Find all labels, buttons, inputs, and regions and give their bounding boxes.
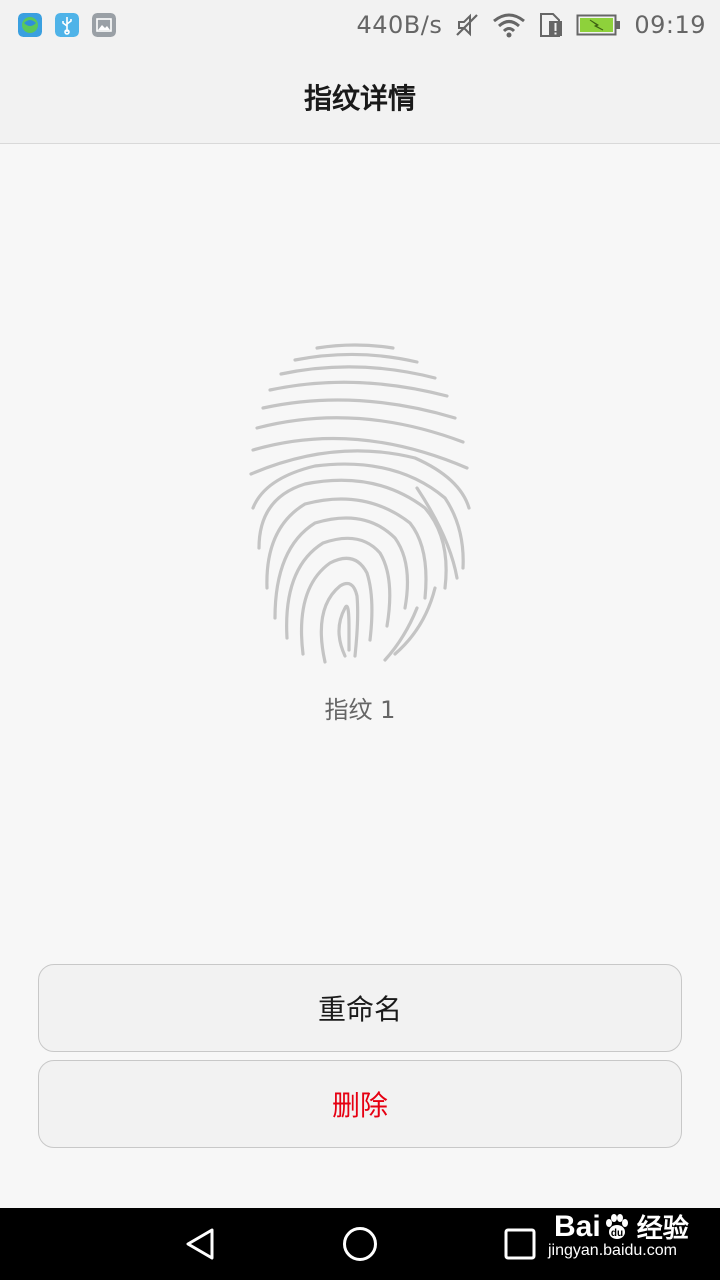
mute-icon (456, 13, 479, 37)
watermark-url: jingyan.baidu.com (548, 1242, 677, 1259)
watermark-brand: Bai du 经验 (554, 1208, 689, 1245)
title-bar: 指纹详情 (0, 50, 720, 144)
svg-text:du: du (611, 1228, 623, 1239)
status-bar: 440B/s 09:19 (0, 0, 720, 50)
notification-icons (18, 13, 116, 37)
fingerprint-detail-screen: 440B/s 09:19 指纹详情 指纹 1 重命名 删除 Bai du 经验 … (0, 0, 720, 1280)
fingerprint-name: 指纹 1 (324, 696, 396, 724)
clock: 09:19 (634, 11, 706, 39)
paw-icon: du (605, 1213, 628, 1239)
sim-card-icon (540, 13, 563, 37)
system-status: 440B/s 09:19 (356, 11, 706, 39)
delete-button[interactable]: 删除 (38, 1060, 682, 1148)
network-speed: 440B/s (356, 11, 443, 39)
page-title: 指纹详情 (303, 81, 416, 115)
watermark-brand-right: 经验 (636, 1213, 689, 1243)
rename-button[interactable]: 重命名 (38, 964, 682, 1052)
app-notification-icon (18, 13, 42, 37)
fingerprint-icon (249, 343, 471, 664)
wifi-icon (493, 13, 526, 38)
watermark-brand-left: Bai (554, 1209, 601, 1243)
back-icon[interactable] (182, 1226, 218, 1262)
baidu-jingyan-watermark: Bai du 经验 jingyan.baidu.com (548, 1196, 698, 1268)
battery-charging-icon (576, 14, 621, 36)
usb-icon (55, 13, 79, 37)
home-icon[interactable] (342, 1226, 378, 1262)
image-icon (92, 13, 116, 37)
recent-apps-icon[interactable] (502, 1226, 538, 1262)
